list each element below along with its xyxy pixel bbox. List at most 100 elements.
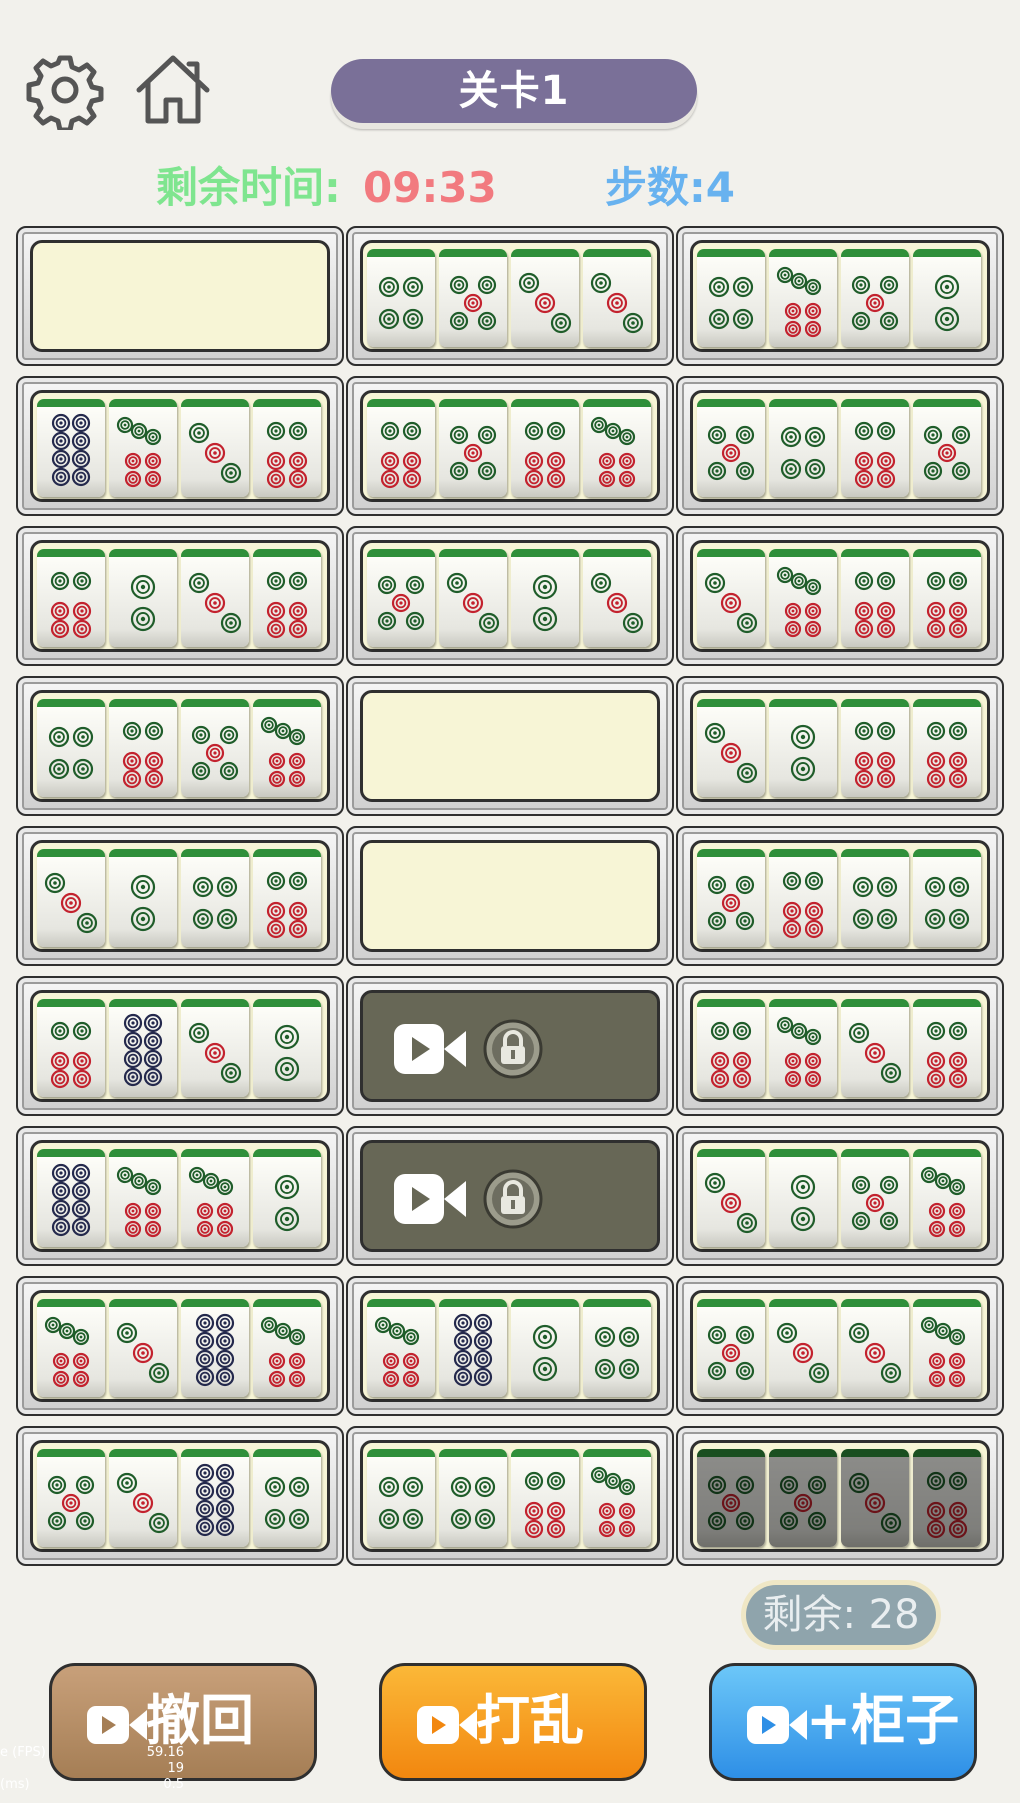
mahjong-tile[interactable] (253, 699, 321, 797)
cabinet[interactable] (16, 826, 344, 966)
mahjong-tile[interactable] (913, 1449, 981, 1547)
cabinet[interactable] (346, 1426, 674, 1566)
mahjong-tile[interactable] (37, 999, 105, 1097)
mahjong-tile[interactable] (769, 999, 837, 1097)
mahjong-tile[interactable] (697, 849, 765, 947)
mahjong-tile[interactable] (253, 1299, 321, 1397)
mahjong-tile[interactable] (841, 249, 909, 347)
mahjong-tile[interactable] (181, 999, 249, 1097)
cabinet[interactable] (346, 676, 674, 816)
mahjong-tile[interactable] (181, 1449, 249, 1547)
mahjong-tile[interactable] (253, 849, 321, 947)
mahjong-tile[interactable] (583, 1449, 651, 1547)
mahjong-tile[interactable] (181, 699, 249, 797)
mahjong-tile[interactable] (841, 549, 909, 647)
mahjong-tile[interactable] (841, 849, 909, 947)
mahjong-tile[interactable] (37, 699, 105, 797)
mahjong-tile[interactable] (769, 849, 837, 947)
mahjong-tile[interactable] (697, 1149, 765, 1247)
mahjong-tile[interactable] (37, 1299, 105, 1397)
mahjong-tile[interactable] (841, 399, 909, 497)
mahjong-tile[interactable] (439, 399, 507, 497)
mahjong-tile[interactable] (697, 549, 765, 647)
mahjong-tile[interactable] (841, 1299, 909, 1397)
mahjong-tile[interactable] (253, 1149, 321, 1247)
mahjong-tile[interactable] (769, 1449, 837, 1547)
mahjong-tile[interactable] (109, 549, 177, 647)
cabinet[interactable] (676, 226, 1004, 366)
mahjong-tile[interactable] (913, 549, 981, 647)
cabinet[interactable] (16, 376, 344, 516)
mahjong-tile[interactable] (109, 1299, 177, 1397)
settings-button[interactable] (25, 50, 105, 133)
mahjong-tile[interactable] (913, 249, 981, 347)
mahjong-tile[interactable] (583, 549, 651, 647)
mahjong-tile[interactable] (109, 1149, 177, 1247)
mahjong-tile[interactable] (181, 549, 249, 647)
mahjong-tile[interactable] (511, 399, 579, 497)
mahjong-tile[interactable] (511, 1449, 579, 1547)
cabinet[interactable] (16, 1426, 344, 1566)
cabinet[interactable] (346, 1126, 674, 1266)
shuffle-button[interactable]: 打乱 (379, 1663, 647, 1781)
mahjong-tile[interactable] (913, 1149, 981, 1247)
mahjong-tile[interactable] (367, 549, 435, 647)
mahjong-tile[interactable] (181, 849, 249, 947)
mahjong-tile[interactable] (841, 1449, 909, 1547)
mahjong-tile[interactable] (769, 699, 837, 797)
mahjong-tile[interactable] (181, 399, 249, 497)
cabinet[interactable] (346, 976, 674, 1116)
mahjong-tile[interactable] (109, 1449, 177, 1547)
cabinet[interactable] (676, 826, 1004, 966)
cabinet[interactable] (16, 526, 344, 666)
mahjong-tile[interactable] (367, 1299, 435, 1397)
cabinet[interactable] (346, 1276, 674, 1416)
mahjong-tile[interactable] (583, 399, 651, 497)
mahjong-tile[interactable] (769, 399, 837, 497)
mahjong-tile[interactable] (583, 249, 651, 347)
mahjong-tile[interactable] (367, 1449, 435, 1547)
mahjong-tile[interactable] (37, 1449, 105, 1547)
cabinet[interactable] (676, 1126, 1004, 1266)
mahjong-tile[interactable] (511, 1299, 579, 1397)
mahjong-tile[interactable] (367, 399, 435, 497)
cabinet[interactable] (676, 976, 1004, 1116)
mahjong-tile[interactable] (769, 249, 837, 347)
mahjong-tile[interactable] (253, 399, 321, 497)
mahjong-tile[interactable] (697, 1299, 765, 1397)
mahjong-tile[interactable] (253, 1449, 321, 1547)
mahjong-tile[interactable] (769, 549, 837, 647)
mahjong-tile[interactable] (439, 249, 507, 347)
mahjong-tile[interactable] (37, 399, 105, 497)
mahjong-tile[interactable] (583, 1299, 651, 1397)
mahjong-tile[interactable] (913, 699, 981, 797)
mahjong-tile[interactable] (841, 1149, 909, 1247)
mahjong-tile[interactable] (841, 699, 909, 797)
mahjong-tile[interactable] (109, 399, 177, 497)
cabinet[interactable] (346, 826, 674, 966)
mahjong-tile[interactable] (109, 699, 177, 797)
mahjong-tile[interactable] (253, 549, 321, 647)
cabinet[interactable] (676, 676, 1004, 816)
mahjong-tile[interactable] (109, 849, 177, 947)
mahjong-tile[interactable] (439, 1299, 507, 1397)
cabinet[interactable] (16, 1276, 344, 1416)
mahjong-tile[interactable] (37, 1149, 105, 1247)
cabinet[interactable] (676, 1426, 1004, 1566)
cabinet[interactable] (16, 976, 344, 1116)
mahjong-tile[interactable] (697, 999, 765, 1097)
mahjong-tile[interactable] (253, 999, 321, 1097)
mahjong-tile[interactable] (37, 849, 105, 947)
mahjong-tile[interactable] (769, 1299, 837, 1397)
mahjong-tile[interactable] (37, 549, 105, 647)
mahjong-tile[interactable] (367, 249, 435, 347)
mahjong-tile[interactable] (181, 1299, 249, 1397)
mahjong-tile[interactable] (841, 999, 909, 1097)
cabinet[interactable] (676, 526, 1004, 666)
mahjong-tile[interactable] (913, 999, 981, 1097)
cabinet[interactable] (346, 226, 674, 366)
add-cabinet-button[interactable]: +柜子 (709, 1663, 977, 1781)
mahjong-tile[interactable] (697, 699, 765, 797)
mahjong-tile[interactable] (913, 1299, 981, 1397)
mahjong-tile[interactable] (913, 849, 981, 947)
